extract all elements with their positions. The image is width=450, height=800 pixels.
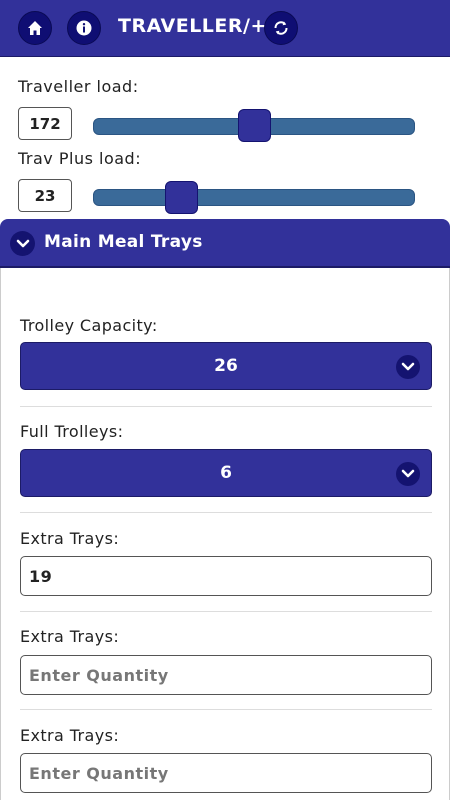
home-button[interactable] <box>18 11 52 45</box>
trav-plus-load-label: Trav Plus load: <box>18 149 142 168</box>
chevron-down-icon <box>401 362 415 371</box>
extra-trays-input[interactable] <box>20 556 432 596</box>
trav-plus-load-value[interactable]: 23 <box>18 179 72 212</box>
traveller-load-slider-thumb[interactable] <box>237 109 271 142</box>
info-icon <box>76 20 92 36</box>
divider <box>20 512 432 513</box>
trolley-capacity-label: Trolley Capacity: <box>20 316 158 335</box>
chevron-down-icon <box>16 239 29 247</box>
app-title: TRAVELLER/+ <box>118 15 267 37</box>
divider <box>20 611 432 612</box>
extra-trays-label: Extra Trays: <box>20 529 120 548</box>
full-trolleys-value: 6 <box>220 463 232 483</box>
section-title: Main Meal Trays <box>44 232 203 252</box>
chevron-down-icon <box>401 469 415 478</box>
trolley-capacity-select[interactable]: 26 <box>20 342 432 390</box>
trav-plus-load-slider[interactable] <box>93 189 415 206</box>
trolley-capacity-value: 26 <box>214 356 238 376</box>
extra-trays-input[interactable] <box>20 655 432 695</box>
extra-trays-label: Extra Trays: <box>20 627 120 646</box>
divider <box>20 406 432 407</box>
top-bar: TRAVELLER/+ <box>0 0 450 57</box>
section-toggle[interactable] <box>10 231 35 256</box>
main-meal-trays-header[interactable]: Main Meal Trays <box>0 219 450 268</box>
full-trolleys-chevron <box>396 462 420 486</box>
divider <box>20 709 432 710</box>
main-meal-trays-panel: Trolley Capacity: 26 Full Trolleys: 6 Ex… <box>0 268 450 800</box>
trav-plus-load-slider-thumb[interactable] <box>165 181 199 214</box>
info-button[interactable] <box>67 11 101 45</box>
trolley-capacity-chevron <box>396 355 420 379</box>
home-icon <box>28 21 42 35</box>
extra-trays-label: Extra Trays: <box>20 726 120 745</box>
traveller-load-value[interactable]: 172 <box>18 107 72 140</box>
traveller-load-label: Traveller load: <box>18 77 139 96</box>
refresh-button[interactable] <box>264 11 298 45</box>
refresh-icon <box>274 21 288 35</box>
full-trolleys-select[interactable]: 6 <box>20 449 432 497</box>
extra-trays-input[interactable] <box>20 753 432 793</box>
full-trolleys-label: Full Trolleys: <box>20 422 124 441</box>
